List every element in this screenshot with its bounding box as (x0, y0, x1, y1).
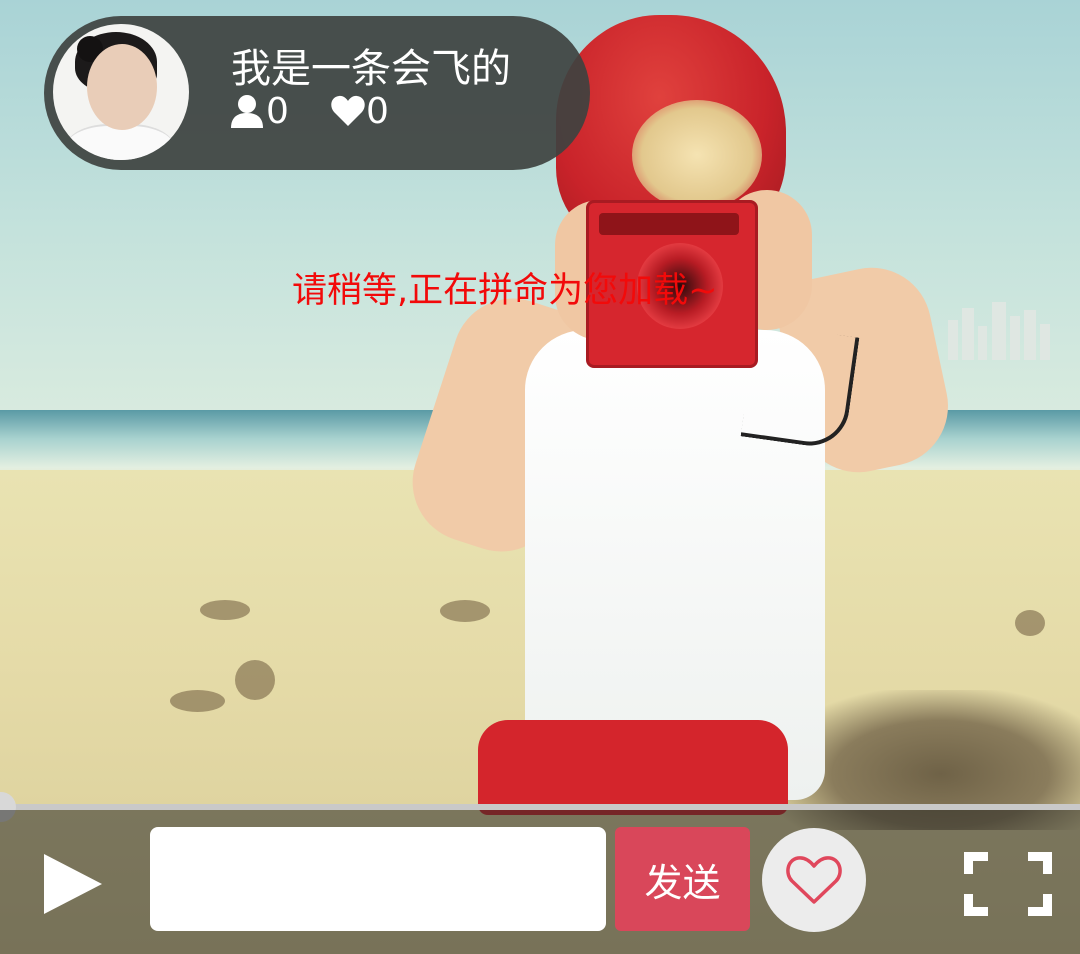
sand-footprint (200, 600, 250, 620)
author-name: 我是一条会飞的 (231, 46, 511, 92)
child-hair (632, 100, 762, 210)
sand-footprint (235, 660, 275, 700)
play-button[interactable] (40, 851, 106, 917)
heart-outline-icon (786, 856, 842, 904)
heart-icon (330, 94, 366, 128)
send-button[interactable]: 发送 (615, 827, 750, 931)
play-icon (44, 854, 102, 914)
sand-footprint (170, 690, 225, 712)
likes-count: 0 (366, 90, 389, 132)
likes-stat: 0 (330, 90, 389, 132)
user-icon (228, 94, 266, 128)
loading-message: 请稍等,正在拼命为您加载~ (292, 271, 718, 311)
fullscreen-button[interactable] (962, 850, 1054, 918)
comment-input[interactable] (150, 827, 606, 931)
fullscreen-icon (964, 852, 1052, 916)
sand-footprint (1015, 610, 1045, 636)
author-avatar[interactable] (53, 24, 189, 160)
like-button[interactable] (762, 828, 866, 932)
followers-stat: 0 (228, 90, 289, 132)
sand-footprint (440, 600, 490, 622)
child-shorts (478, 720, 788, 815)
avatar-face (87, 44, 157, 130)
camera-top (599, 213, 739, 235)
followers-count: 0 (266, 90, 289, 132)
